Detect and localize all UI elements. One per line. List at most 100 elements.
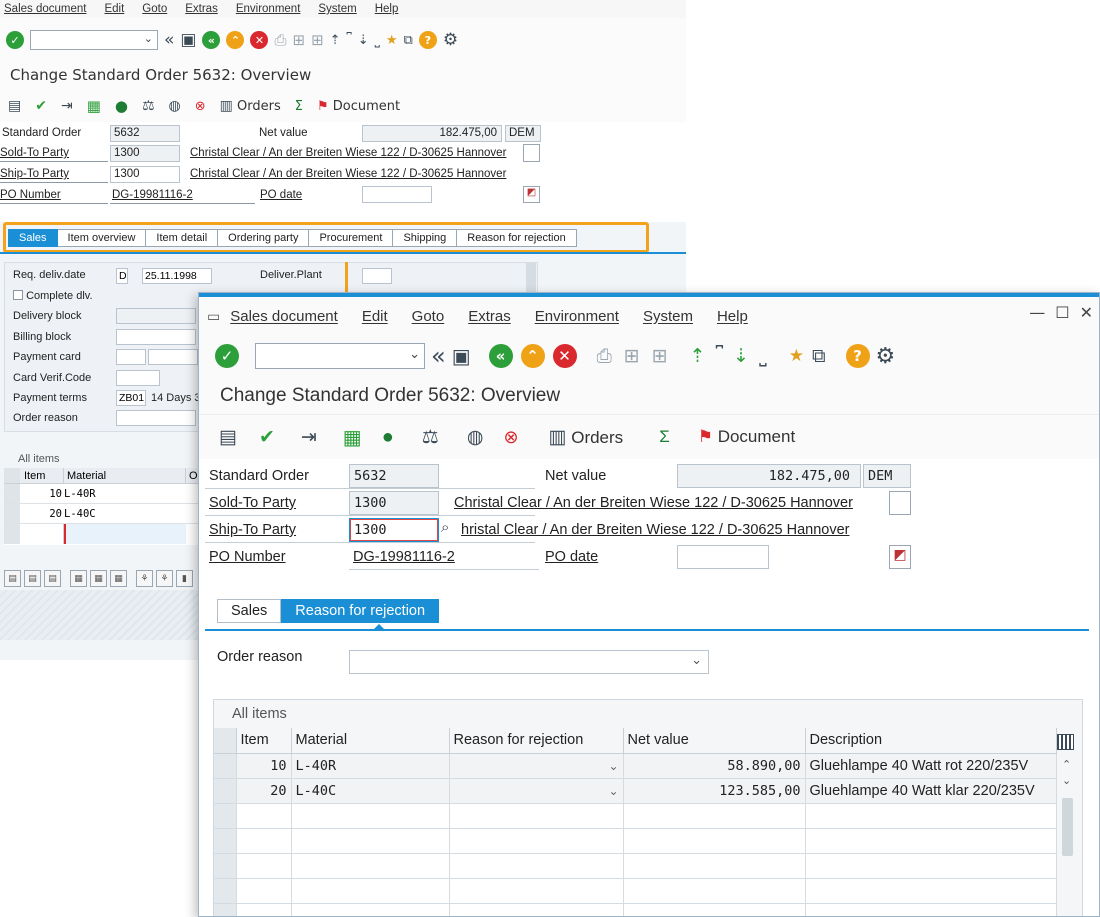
bg-row-selector[interactable] [4, 504, 20, 523]
empty-cell[interactable] [805, 878, 1057, 904]
print-icon[interactable]: ⎙ [597, 345, 612, 367]
empty-cell[interactable] [236, 878, 292, 904]
bg-tab-item-detail[interactable]: Item detail [146, 229, 219, 247]
bg-enter-icon[interactable]: ✓ [6, 31, 24, 49]
order-reason-select[interactable]: ⌄ [349, 650, 709, 674]
minimize-icon[interactable]: — [1029, 303, 1045, 322]
new-session-icon[interactable]: ★ [789, 346, 804, 366]
bg-item-detail-icon[interactable]: ▤ [4, 570, 21, 587]
col-description[interactable]: Description [805, 728, 1057, 754]
command-field[interactable]: ⌄ [255, 343, 425, 369]
scale-icon[interactable]: ⚖ [422, 426, 439, 449]
bg-find-next-icon[interactable]: ⊞ [311, 31, 324, 49]
bg-ship-to-field[interactable]: 1300 [110, 166, 180, 183]
bg-tab-sales[interactable]: Sales [8, 229, 58, 247]
empty-cell[interactable] [623, 853, 806, 879]
bg-tab-reason-for-rejection[interactable]: Reason for rejection [457, 229, 577, 247]
empty-cell[interactable] [805, 903, 1057, 916]
bg-po-date-field[interactable] [362, 186, 432, 203]
bg-sum-icon[interactable]: Σ [295, 99, 303, 114]
address-doc-icon[interactable] [889, 491, 911, 515]
table-row-empty[interactable] [214, 803, 1057, 829]
bg-save-icon[interactable]: ▣ [180, 30, 196, 50]
empty-cell[interactable] [291, 828, 450, 854]
row-selector[interactable] [214, 903, 237, 916]
col-material[interactable]: Material [291, 728, 450, 754]
empty-cell[interactable] [805, 853, 1057, 879]
select-all-cell[interactable] [214, 728, 237, 754]
col-net-value[interactable]: Net value [623, 728, 806, 754]
bg-cell-material[interactable]: L-40C [64, 504, 186, 523]
cell-item[interactable]: 10 [236, 753, 292, 779]
bg-tab-shipping[interactable]: Shipping [393, 229, 458, 247]
sum-icon[interactable]: Σ [659, 427, 670, 447]
bg-prev-page-icon[interactable]: ⎴ [347, 33, 352, 48]
bg-row-selector[interactable] [4, 484, 20, 503]
bg-cell-material-input[interactable] [64, 524, 186, 544]
col-reason-for-rejection[interactable]: Reason for rejection [449, 728, 624, 754]
cell-material[interactable]: L-40R [291, 753, 450, 779]
money-icon[interactable]: ◍ [467, 426, 484, 449]
bg-print-icon[interactable]: ⎙ [274, 31, 286, 49]
table-scrollbar[interactable]: ⌃ ⌄ [1060, 759, 1076, 916]
menu-goto[interactable]: Goto [412, 308, 445, 325]
next-page-icon[interactable]: ⇣ [733, 345, 749, 367]
po-date-field[interactable] [677, 545, 769, 569]
empty-cell[interactable] [291, 878, 450, 904]
import-icon[interactable]: ⇥ [301, 426, 317, 449]
bg-payment-card-field[interactable] [116, 349, 146, 365]
shortcut-icon[interactable]: ⧉ [812, 345, 826, 367]
row-selector[interactable] [214, 753, 237, 779]
bg-po-number-field[interactable]: DG-19981116-2 [110, 186, 255, 204]
bg-block-icon[interactable]: ⊗ [195, 99, 206, 114]
bg-complete-dlv[interactable]: Complete dlv. [13, 290, 93, 302]
empty-cell[interactable] [623, 903, 806, 916]
scroll-up-icon[interactable]: ⌃ [1062, 758, 1071, 771]
bg-collapse-icon[interactable]: « [164, 30, 174, 50]
sold-to-label[interactable]: Sold-To Party [209, 490, 296, 516]
po-number-label[interactable]: PO Number [209, 544, 286, 570]
cell-reason-dropdown[interactable]: ⌄ [449, 753, 624, 779]
row-selector[interactable] [214, 853, 237, 879]
bg-partner-icon[interactable]: ⚘ [156, 570, 173, 587]
bg-money-icon[interactable]: ◍ [169, 98, 181, 114]
bg-find-icon[interactable]: ⊞ [292, 31, 305, 49]
bg-payer-icon[interactable]: ◩ [523, 186, 540, 203]
bg-cancel-icon[interactable]: ✕ [250, 31, 269, 49]
display-doc-icon[interactable]: ▤ [219, 426, 237, 449]
bg-payment-card-number[interactable] [148, 349, 198, 365]
row-selector[interactable] [214, 878, 237, 904]
bg-ship-to-description[interactable]: Christal Clear / An der Breiten Wiese 12… [190, 165, 506, 183]
bg-row-selector[interactable] [4, 524, 20, 544]
table-row-empty[interactable] [214, 828, 1057, 854]
bg-tab-procurement[interactable]: Procurement [309, 229, 394, 247]
empty-cell[interactable] [291, 803, 450, 829]
sold-to-field[interactable]: 1300 [349, 491, 439, 515]
empty-cell[interactable] [236, 828, 292, 854]
row-selector[interactable] [214, 803, 237, 829]
table-row[interactable]: 10 L-40R ⌄ 58.890,00 Gluehlampe 40 Watt … [214, 753, 1057, 779]
orders-button[interactable]: ▥ Orders [549, 426, 624, 449]
menu-help[interactable]: Help [717, 308, 748, 325]
bg-req-deliv-format[interactable]: D [116, 268, 128, 284]
bg-exit-icon[interactable]: ⌃ [226, 31, 245, 49]
last-page-icon[interactable]: ⎵ [759, 345, 767, 367]
bg-ship-to-label[interactable]: Ship-To Party [0, 165, 108, 183]
tab-reason-for-rejection[interactable]: Reason for rejection [281, 599, 440, 623]
close-icon[interactable]: ✕ [1080, 303, 1093, 322]
first-page-icon[interactable]: ⇡ [690, 345, 706, 367]
empty-cell[interactable] [449, 803, 624, 829]
bg-row-selector[interactable] [4, 468, 20, 483]
menu-edit[interactable]: Edit [362, 308, 388, 325]
empty-cell[interactable] [449, 878, 624, 904]
bg-cell-item-empty[interactable] [20, 524, 64, 544]
bg-menu-environment[interactable]: Environment [236, 3, 301, 15]
po-date-label[interactable]: PO date [545, 544, 598, 570]
bg-menu-sales-document[interactable]: Sales document [4, 3, 86, 15]
table-row-empty[interactable] [214, 853, 1057, 879]
bg-sold-to-description[interactable]: Christal Clear / An der Breiten Wiese 12… [190, 144, 506, 162]
cancel-icon[interactable]: ✕ [552, 344, 577, 368]
enter-icon[interactable]: ✓ [215, 344, 239, 368]
empty-cell[interactable] [449, 903, 624, 916]
bg-sold-to-label[interactable]: Sold-To Party [0, 144, 108, 162]
